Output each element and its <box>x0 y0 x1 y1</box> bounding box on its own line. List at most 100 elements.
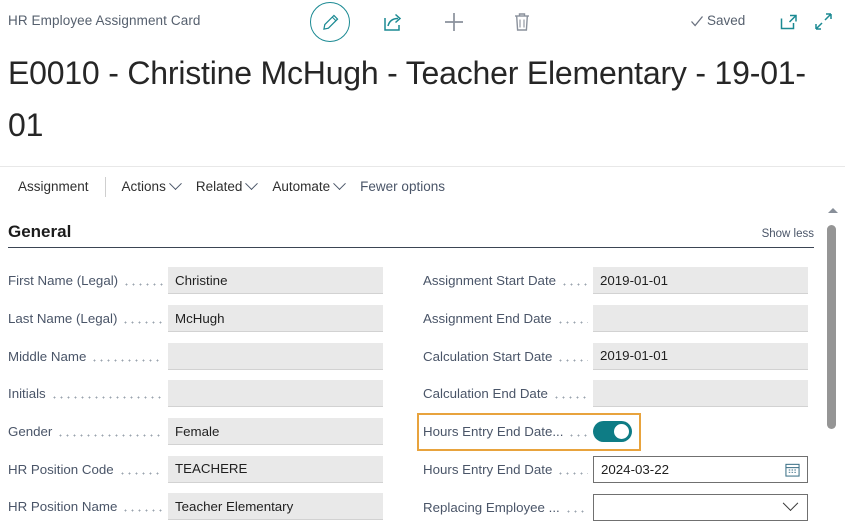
field-label: HR Position Name <box>8 499 117 514</box>
menu-item-automate[interactable]: Automate <box>264 174 352 199</box>
menu-label: Actions <box>122 179 166 194</box>
leader-dots <box>57 425 163 438</box>
replacing-employee-input-wrap[interactable] <box>593 494 808 521</box>
menu-label: Fewer options <box>360 179 445 194</box>
field-assignment-end-date: Assignment End Date <box>423 300 808 338</box>
edit-button[interactable] <box>310 2 350 42</box>
scroll-up-arrow-icon[interactable] <box>828 208 838 213</box>
field-label-wrap: HR Position Code <box>8 462 168 477</box>
open-in-new-window-button[interactable] <box>780 13 798 31</box>
show-less-link[interactable]: Show less <box>762 228 814 242</box>
menu-item-related[interactable]: Related <box>188 174 265 199</box>
leader-dots <box>561 274 588 287</box>
saved-label: Saved <box>707 13 745 28</box>
field-label: Hours Entry End Date... <box>423 424 563 439</box>
field-label-wrap: Calculation End Date <box>423 386 593 401</box>
trash-icon <box>512 11 532 33</box>
leader-dots <box>568 425 588 438</box>
menu-divider <box>105 177 106 197</box>
field-hours-entry-end-date: Hours Entry End Date 2024-03-22 <box>423 451 808 489</box>
expand-button[interactable] <box>814 12 833 31</box>
field-label-wrap: Middle Name <box>8 349 168 364</box>
form-column-left: First Name (Legal) Christine Last Name (… <box>8 262 388 526</box>
field-calculation-start-date: Calculation Start Date 2019-01-01 <box>423 337 808 375</box>
plus-icon <box>443 11 465 33</box>
leader-dots <box>122 500 163 513</box>
menu-item-fewer-options[interactable]: Fewer options <box>352 174 453 199</box>
field-label-wrap: Initials <box>8 386 168 401</box>
leader-dots <box>122 312 163 325</box>
new-button[interactable] <box>443 11 465 33</box>
field-label: Gender <box>8 424 52 439</box>
field-label-wrap: Gender <box>8 424 168 439</box>
assignment-end-date-input[interactable] <box>593 305 808 332</box>
calendar-icon[interactable] <box>785 462 800 477</box>
share-button[interactable] <box>383 11 405 32</box>
checkmark-icon <box>690 14 704 28</box>
leader-dots <box>557 350 588 363</box>
field-hr-position-code: HR Position Code TEACHERE <box>8 450 388 488</box>
middle-name-input[interactable] <box>168 343 383 370</box>
hours-entry-end-date-input-wrap[interactable]: 2024-03-22 <box>593 456 808 483</box>
field-label-wrap: Assignment Start Date <box>423 273 593 288</box>
hours-entry-end-date-toggle[interactable] <box>593 421 632 442</box>
field-label-wrap: Last Name (Legal) <box>8 311 168 326</box>
chevron-down-icon[interactable] <box>783 495 799 511</box>
last-name-input[interactable]: McHugh <box>168 305 383 332</box>
hr-position-name-input[interactable]: Teacher Elementary <box>168 493 383 520</box>
field-label: Assignment End Date <box>423 311 552 326</box>
leader-dots <box>123 274 163 287</box>
hours-entry-end-date-value: 2024-03-22 <box>601 462 669 477</box>
share-icon <box>383 11 405 32</box>
field-label: HR Position Code <box>8 462 114 477</box>
field-label: Middle Name <box>8 349 86 364</box>
vertical-scrollbar[interactable] <box>826 208 840 531</box>
expand-icon <box>814 12 833 31</box>
field-label: Last Name (Legal) <box>8 311 117 326</box>
leader-dots <box>119 463 163 476</box>
field-first-name-legal: First Name (Legal) Christine <box>8 262 388 300</box>
chevron-down-icon <box>333 177 346 190</box>
field-label-wrap: Hours Entry End Date <box>423 462 593 477</box>
first-name-input[interactable]: Christine <box>168 267 383 294</box>
chevron-down-icon <box>246 177 259 190</box>
action-menu-bar: Assignment Actions Related Automate Fewe… <box>0 166 845 206</box>
delete-button[interactable] <box>512 11 532 33</box>
hr-position-code-input[interactable]: TEACHERE <box>168 456 383 483</box>
saved-status: Saved <box>690 13 745 28</box>
calculation-end-date-input[interactable] <box>593 380 808 407</box>
field-assignment-start-date: Assignment Start Date 2019-01-01 <box>423 262 808 300</box>
field-label-wrap: Hours Entry End Date... <box>423 424 593 439</box>
toggle-knob <box>614 424 629 439</box>
menu-item-actions[interactable]: Actions <box>114 174 188 199</box>
field-label: Initials <box>8 386 46 401</box>
menu-item-assignment[interactable]: Assignment <box>10 174 97 199</box>
field-label: Replacing Employee ... <box>423 500 560 515</box>
field-gender: Gender Female <box>8 413 388 451</box>
field-label: Hours Entry End Date <box>423 462 552 477</box>
field-label-wrap: First Name (Legal) <box>8 273 168 288</box>
field-label: First Name (Legal) <box>8 273 118 288</box>
field-middle-name: Middle Name <box>8 337 388 375</box>
field-label-wrap: Calculation Start Date <box>423 349 593 364</box>
pencil-icon <box>321 13 340 32</box>
gender-input[interactable]: Female <box>168 418 383 445</box>
leader-dots <box>557 463 588 476</box>
leader-dots <box>565 501 588 514</box>
assignment-start-date-input[interactable]: 2019-01-01 <box>593 267 808 294</box>
leader-dots <box>51 387 163 400</box>
menu-label: Automate <box>272 179 330 194</box>
field-hours-entry-end-date-toggle[interactable]: Hours Entry End Date... <box>419 415 639 449</box>
calculation-start-date-input[interactable]: 2019-01-01 <box>593 343 808 370</box>
top-toolbar: HR Employee Assignment Card Saved <box>0 0 845 44</box>
general-section-header: General Show less <box>8 222 814 248</box>
form-column-right: Assignment Start Date 2019-01-01 Assignm… <box>423 262 808 526</box>
field-hr-position-name: HR Position Name Teacher Elementary <box>8 488 388 526</box>
initials-input[interactable] <box>168 380 383 407</box>
breadcrumb[interactable]: HR Employee Assignment Card <box>8 13 201 28</box>
leader-dots <box>91 350 163 363</box>
vertical-scroll-thumb[interactable] <box>827 225 836 429</box>
open-in-new-window-icon <box>780 13 798 31</box>
leader-dots <box>557 312 588 325</box>
page-title: E0010 - Christine McHugh - Teacher Eleme… <box>8 48 838 152</box>
